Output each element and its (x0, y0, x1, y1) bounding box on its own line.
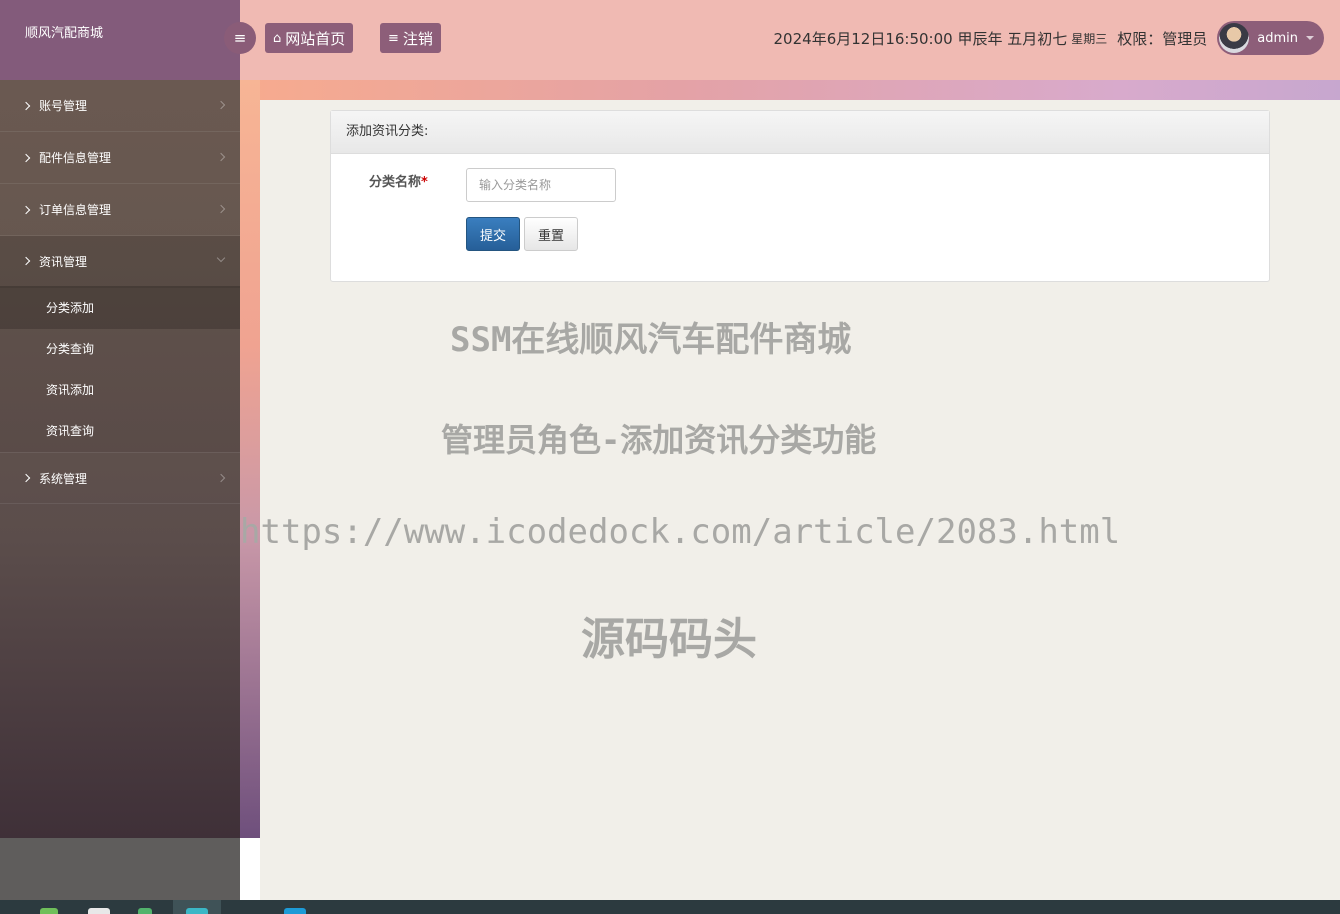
brand-title: 顺风汽配商城 (0, 0, 240, 80)
sidebar-item-label: 资讯管理 (39, 254, 88, 269)
main-content: 添加资讯分类: 分类名称* 提交 重置 (260, 100, 1340, 900)
taskbar-app-icon[interactable] (138, 908, 152, 914)
submenu-news: 分类添加 分类查询 资讯添加 资讯查询 (0, 288, 240, 452)
watermark-line-1: SSM在线顺风汽车配件商城 (450, 320, 852, 360)
weekday-text: 星期三 (1071, 31, 1108, 46)
sidebar-item-system[interactable]: 系统管理 (0, 452, 240, 504)
taskbar-app-icon[interactable] (40, 908, 58, 914)
decorative-edge-lower (240, 838, 260, 900)
topbar-status: 2024年6月12日16:50:00 甲辰年 五月初七 星期三 权限：管理员 a… (774, 20, 1324, 56)
watermark-line-4: 源码码头 (581, 614, 757, 665)
category-name-label-text: 分类名称 (369, 175, 422, 190)
caret-down-icon (1306, 36, 1314, 40)
user-menu[interactable]: admin (1217, 21, 1324, 55)
chevron-right-icon (21, 101, 31, 110)
datetime-text: 2024年6月12日16:50:00 甲辰年 五月初七 (773, 29, 1068, 48)
chevron-right-icon (21, 205, 31, 214)
chevron-right-icon (216, 100, 226, 110)
chevron-right-icon (216, 473, 226, 483)
chevron-down-icon (216, 253, 226, 263)
submit-button[interactable]: 提交 (466, 217, 520, 251)
submenu-item-news-query[interactable]: 资讯查询 (0, 411, 240, 452)
taskbar-app-icon[interactable] (88, 908, 110, 914)
home-button[interactable]: ⌂ 网站首页 (265, 23, 354, 53)
taskbar-app-icon (186, 908, 208, 914)
sidebar-item-label: 订单信息管理 (39, 203, 112, 217)
sidebar-item-label: 配件信息管理 (39, 151, 112, 165)
os-taskbar (0, 900, 1340, 914)
watermark-line-2: 管理员角色-添加资讯分类功能 (441, 421, 877, 459)
sidebar-item-news[interactable]: 资讯管理 (0, 236, 240, 288)
sidebar-item-account[interactable]: 账号管理 (0, 80, 240, 132)
home-button-label: 网站首页 (285, 29, 346, 48)
home-icon: ⌂ (273, 30, 282, 46)
add-category-panel: 添加资讯分类: 分类名称* 提交 重置 (330, 110, 1270, 282)
sidebar-item-orders[interactable]: 订单信息管理 (0, 184, 240, 236)
username: admin (1257, 30, 1298, 46)
panel-title: 添加资讯分类: (331, 111, 1269, 154)
chevron-right-icon (216, 204, 226, 214)
sidebar-item-parts[interactable]: 配件信息管理 (0, 132, 240, 184)
permission-text: 权限：管理员 (1117, 29, 1208, 48)
avatar (1219, 23, 1250, 53)
list-icon: ≡ (388, 30, 399, 46)
taskbar-app-icon[interactable] (284, 908, 306, 914)
required-mark: * (421, 175, 428, 190)
chevron-right-icon (21, 256, 31, 266)
chevron-right-icon (216, 152, 226, 162)
submenu-item-category-add[interactable]: 分类添加 (0, 288, 240, 329)
logout-button-label: 注销 (402, 29, 433, 48)
sidebar-item-label: 系统管理 (39, 471, 88, 486)
topbar: ≡ ⌂ 网站首页 ≡ 注销 2024年6月12日16:50:00 甲辰年 五月初… (224, 0, 1340, 80)
sidebar-item-label: 账号管理 (39, 99, 88, 113)
chevron-right-icon (21, 473, 31, 483)
bars-icon: ≡ (233, 29, 247, 47)
reset-button[interactable]: 重置 (524, 217, 578, 251)
category-name-row: 分类名称* (331, 168, 1269, 204)
logout-button[interactable]: ≡ 注销 (380, 23, 441, 53)
category-name-label: 分类名称* (369, 171, 428, 190)
sidebar: 顺风汽配商城 账号管理 配件信息管理 订单信息管理 资讯管理 分类添加 分类查询… (0, 0, 240, 838)
watermark-url: https://www.icodedock.com/article/2083.h… (240, 512, 1121, 552)
sidebar-toggle-button[interactable]: ≡ (224, 22, 256, 54)
chevron-right-icon (21, 153, 31, 162)
submenu-item-category-query[interactable]: 分类查询 (0, 329, 240, 370)
category-name-input[interactable] (466, 168, 616, 202)
decorative-strip (240, 80, 1340, 100)
decorative-edge (240, 80, 260, 838)
submenu-item-news-add[interactable]: 资讯添加 (0, 370, 240, 411)
